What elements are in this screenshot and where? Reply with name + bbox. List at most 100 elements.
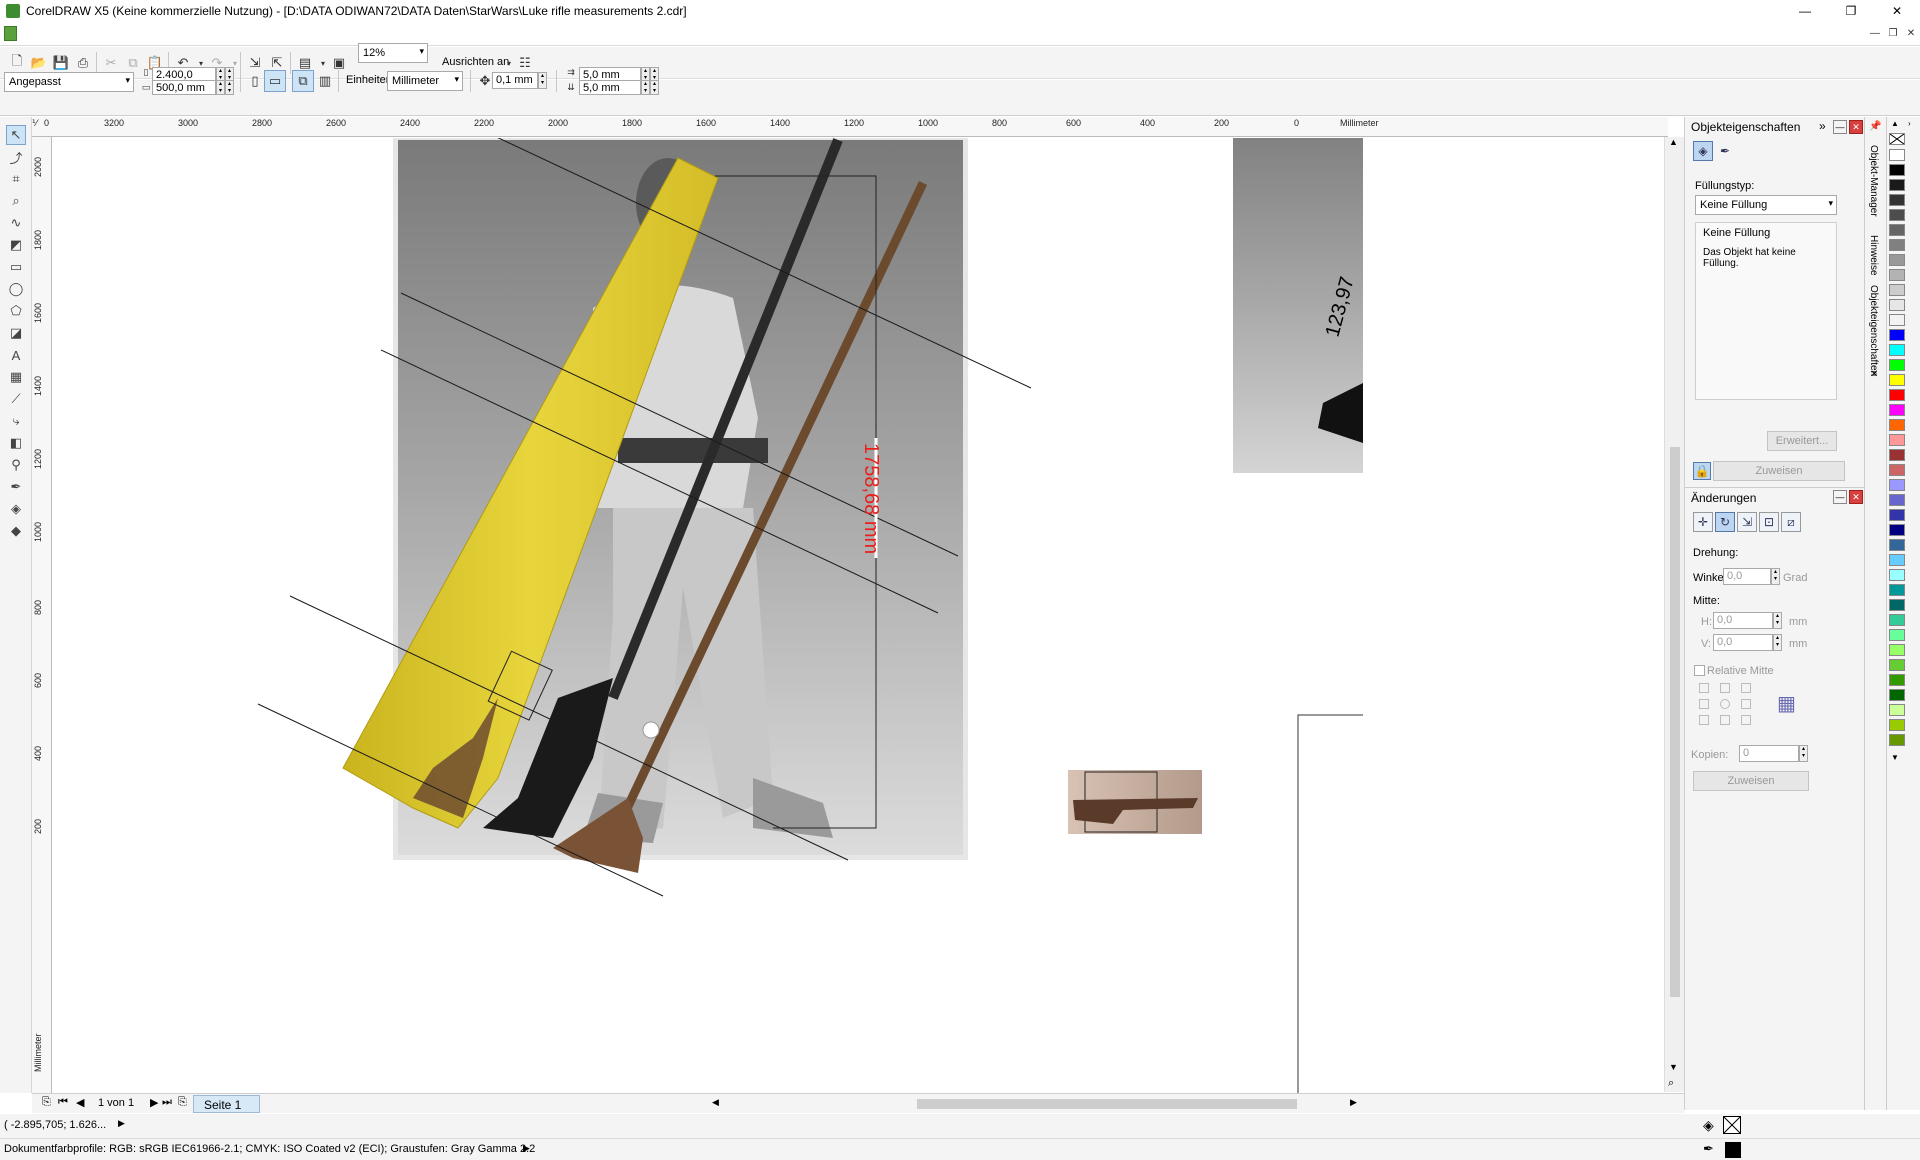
scale-transform-icon[interactable]: ⇲	[1737, 512, 1757, 532]
scroll-up-icon[interactable]: ▲	[1669, 137, 1678, 147]
text-tool-icon[interactable]: A	[6, 345, 26, 365]
color-swatch[interactable]	[1889, 179, 1905, 191]
document-icon[interactable]	[4, 26, 17, 41]
no-fill-swatch[interactable]	[1723, 1116, 1741, 1134]
rotate-transform-icon[interactable]: ↻	[1715, 512, 1735, 532]
outline-indicator-icon[interactable]: ✒	[1703, 1141, 1714, 1157]
color-swatch[interactable]	[1889, 194, 1905, 206]
scroll-down-icon[interactable]: ▼	[1669, 1062, 1678, 1072]
paper-preset-combo[interactable]: Angepasst ▾	[4, 72, 134, 92]
portrait-icon[interactable]: ▯	[244, 70, 266, 92]
rotation-handle[interactable]	[642, 721, 660, 739]
color-swatch[interactable]	[1889, 434, 1905, 446]
angle-field[interactable]: 0,0	[1723, 568, 1771, 585]
ruler-corner-icon[interactable]: ⅟	[32, 118, 37, 129]
cut-icon[interactable]: ✂	[100, 52, 122, 74]
close-docker-icon[interactable]: ✕	[1849, 120, 1863, 134]
freehand-tool-icon[interactable]: ∿	[6, 213, 26, 233]
fill-tab-icon[interactable]: ◈	[1693, 141, 1713, 161]
color-swatch[interactable]	[1889, 374, 1905, 386]
color-swatch[interactable]	[1889, 674, 1905, 686]
anchor-grid[interactable]	[1699, 683, 1759, 733]
color-swatch[interactable]	[1889, 254, 1905, 266]
lock-icon[interactable]: 🔒	[1693, 462, 1711, 480]
basic-shapes-icon[interactable]: ◪	[6, 323, 26, 343]
drawing-canvas[interactable]: 1758,68 mm 123,97	[53, 138, 1668, 1096]
color-swatch[interactable]	[1889, 389, 1905, 401]
color-swatch[interactable]	[1889, 524, 1905, 536]
shape-tool-icon[interactable]: ⤴	[6, 147, 26, 167]
current-page-icon[interactable]: ▥	[314, 70, 336, 92]
props-apply-button[interactable]: Zuweisen	[1713, 461, 1845, 481]
expand-docker-icon[interactable]: »	[1819, 119, 1826, 133]
dimension-tool-icon[interactable]: ⟋	[6, 389, 26, 409]
minimize-button[interactable]: —	[1782, 0, 1828, 22]
color-swatch[interactable]	[1889, 704, 1905, 716]
fill-tool-icon[interactable]: ◈	[6, 499, 26, 519]
center-h-spinner[interactable]: ▴ ▾	[1773, 612, 1782, 629]
color-swatch[interactable]	[1889, 239, 1905, 251]
tab-object-properties[interactable]: Objekteigenschaften	[1868, 285, 1879, 376]
duplicate-y-spinner[interactable]: ▴ ▾	[641, 80, 650, 95]
pick-tool-icon[interactable]: ↖	[6, 125, 26, 145]
color-swatch[interactable]	[1889, 719, 1905, 731]
color-swatch[interactable]	[1889, 269, 1905, 281]
interactive-fill-icon[interactable]: ◆	[6, 521, 26, 541]
add-page-after-icon[interactable]: ⎘	[178, 1096, 187, 1109]
close-tab-icon[interactable]: ✕	[1870, 369, 1878, 380]
smart-fill-icon[interactable]: ◩	[6, 235, 26, 255]
color-swatch[interactable]	[1889, 344, 1905, 356]
minimize-transform-icon[interactable]: —	[1833, 490, 1847, 504]
color-swatch[interactable]	[1889, 569, 1905, 581]
prev-page-icon[interactable]: ◀	[76, 1096, 84, 1109]
color-swatch[interactable]	[1889, 734, 1905, 746]
color-swatch[interactable]	[1889, 299, 1905, 311]
color-swatch[interactable]	[1889, 224, 1905, 236]
vertical-ruler[interactable]: 2000 1800 1600 1400 1200 1000 800 600 40…	[32, 137, 52, 1097]
page-height-spinner[interactable]: ▴ ▾	[216, 80, 225, 95]
scroll-left-icon[interactable]: ◀	[712, 1097, 719, 1108]
relative-center-checkbox[interactable]	[1694, 665, 1705, 676]
outline-color-swatch[interactable]	[1725, 1142, 1741, 1158]
duplicate-y-spinner-2[interactable]: ▴ ▾	[650, 80, 659, 95]
vertical-scrollbar[interactable]: ▲ ▼ ⌕	[1664, 137, 1684, 1092]
dimension-label[interactable]: 1758,68 mm	[860, 443, 882, 554]
add-page-icon[interactable]: ⎘	[42, 1096, 51, 1109]
last-page-icon[interactable]: ⏭	[162, 1096, 172, 1109]
copies-field[interactable]: 0	[1739, 745, 1799, 762]
color-swatch[interactable]	[1889, 629, 1905, 641]
crop-tool-icon[interactable]: ⌗	[6, 169, 26, 189]
doc-minimize-button[interactable]: —	[1866, 24, 1884, 42]
color-swatch[interactable]	[1889, 689, 1905, 701]
first-page-icon[interactable]: ⏮	[58, 1096, 68, 1109]
scroll-right-icon[interactable]: ▶	[1350, 1097, 1357, 1108]
vertical-scroll-thumb[interactable]	[1670, 447, 1680, 997]
horizontal-scroll-thumb[interactable]	[917, 1099, 1297, 1109]
color-swatch[interactable]	[1889, 359, 1905, 371]
expand-arrow-icon[interactable]: ▶	[118, 1118, 125, 1129]
color-swatch[interactable]	[1889, 209, 1905, 221]
close-window-button[interactable]: ✕	[1874, 0, 1920, 22]
color-swatch[interactable]	[1889, 404, 1905, 416]
color-swatch[interactable]	[1889, 584, 1905, 596]
center-v-spinner[interactable]: ▴ ▾	[1773, 634, 1782, 651]
size-transform-icon[interactable]: ⊡	[1759, 512, 1779, 532]
table-tool-icon[interactable]: ▦	[6, 367, 26, 387]
color-swatch[interactable]	[1889, 479, 1905, 491]
next-page-icon[interactable]: ▶	[150, 1096, 158, 1109]
color-swatch[interactable]	[1889, 164, 1905, 176]
color-swatch[interactable]	[1889, 284, 1905, 296]
color-swatch[interactable]	[1889, 149, 1905, 161]
color-swatch[interactable]	[1889, 509, 1905, 521]
small-rifle-photo[interactable]	[1068, 770, 1202, 834]
zoom-tool-icon[interactable]: ⌕	[6, 191, 26, 211]
color-swatch[interactable]	[1889, 599, 1905, 611]
color-swatch[interactable]	[1889, 494, 1905, 506]
print-icon[interactable]: ⎙	[72, 52, 94, 74]
fill-type-combo[interactable]: Keine Füllung ▾	[1695, 195, 1837, 215]
page-tab[interactable]: Seite 1	[193, 1095, 260, 1113]
fill-indicator-icon[interactable]: ◈	[1703, 1117, 1714, 1134]
minimize-docker-icon[interactable]: —	[1833, 120, 1847, 134]
pin-icon[interactable]: 📌	[1869, 121, 1881, 132]
maximize-button[interactable]: ❐	[1828, 0, 1874, 22]
